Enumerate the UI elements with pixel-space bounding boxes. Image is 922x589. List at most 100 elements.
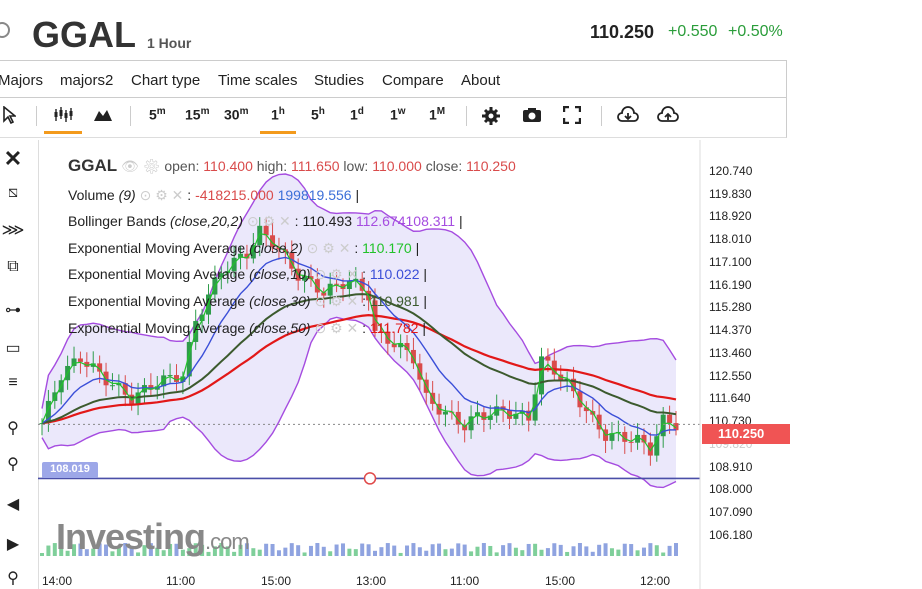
y-tick: 119.830 [709, 187, 752, 201]
volume-bar [40, 553, 44, 556]
legend-ema50: Exponential Moving Average (close,50) ⊙ … [68, 320, 426, 336]
y-tick: 108.000 [709, 482, 753, 496]
volume-bar [321, 546, 326, 556]
volume-bar [373, 550, 378, 556]
x-tick: 14:00 [42, 574, 73, 588]
legend-volume-params: (9) [118, 187, 136, 203]
y-tick: 107.090 [709, 505, 753, 519]
legend-ema2-params: (close,2) [249, 240, 303, 256]
legend-volume-name: Volume [68, 187, 115, 203]
legend-ema50-params: (close,50) [249, 320, 311, 336]
y-tick: 111.640 [709, 391, 751, 405]
volume-bar [443, 549, 448, 556]
investing-watermark: Investing.com [56, 516, 250, 558]
volume-bar [501, 545, 506, 556]
volume-bar [571, 546, 576, 556]
line-handle [363, 472, 377, 485]
legend-symbol: GGAL [68, 156, 118, 175]
volume-bar [513, 547, 518, 556]
volume-bar [526, 543, 531, 556]
volume-bar [488, 545, 493, 556]
watermark-suffix: .com [205, 529, 250, 554]
legend-bb: Bollinger Bands (close,20,2) ⊙ ⚙ ✕ : 110… [68, 213, 463, 229]
legend-ema2: Exponential Moving Average (close,2) ⊙ ⚙… [68, 240, 420, 256]
candle-body [77, 358, 83, 362]
study-controls-icon[interactable]: ⊙ ⚙ ✕ [314, 320, 358, 336]
volume-bar [545, 548, 550, 556]
volume-bar [539, 549, 544, 556]
volume-bar [296, 545, 301, 556]
volume-bar [584, 546, 589, 556]
volume-bar [622, 543, 627, 556]
volume-bar [430, 544, 435, 556]
volume-bar [302, 552, 307, 556]
volume-bar [629, 544, 634, 556]
volume-bar [392, 545, 397, 556]
y-tick: 117.100 [709, 255, 752, 269]
study-controls-icon[interactable]: ⊙ ⚙ ✕ [247, 213, 291, 229]
volume-bar [507, 543, 512, 556]
volume-bar [46, 545, 51, 556]
volume-bar [674, 543, 678, 556]
volume-bar [424, 550, 429, 556]
legend-ema10: Exponential Moving Average (close,10) ⊙ … [68, 266, 428, 282]
volume-bar [635, 550, 640, 556]
gear-icon[interactable]: ⚙ [143, 158, 161, 174]
volume-bar [340, 543, 345, 556]
y-tick: 118.010 [709, 232, 752, 246]
study-controls-icon[interactable]: ⊙ ⚙ ✕ [307, 240, 351, 256]
horizontal-line-label: 108.019 [42, 462, 98, 478]
volume-bar [308, 545, 313, 556]
volume-bar [654, 545, 659, 556]
volume-bar [552, 543, 557, 556]
legend-high: 111.650 [291, 158, 340, 174]
volume-bar [469, 551, 474, 556]
volume-bar [334, 544, 339, 556]
legend-ema10-name: Exponential Moving Average [68, 266, 246, 282]
legend-ema30-value: 110.981 [369, 293, 420, 309]
volume-bar [449, 548, 454, 556]
legend-ema2-name: Exponential Moving Average [68, 240, 246, 256]
study-controls-icon[interactable]: ⊙ ⚙ ✕ [140, 187, 184, 203]
volume-bar [366, 544, 371, 556]
legend-bb-params: (close,20,2) [169, 213, 244, 229]
study-controls-icon[interactable]: ⊙ ⚙ ✕ [314, 293, 358, 309]
volume-bar [328, 551, 333, 556]
legend-ema30: Exponential Moving Average (close,30) ⊙ … [68, 293, 428, 309]
volume-bar [315, 543, 320, 556]
legend-volume-v2: 199819.556 [277, 187, 352, 203]
volume-bar [405, 545, 410, 556]
volume-bar [616, 549, 621, 556]
volume-bar [494, 552, 499, 556]
study-controls-icon[interactable]: ⊙ ⚙ ✕ [314, 266, 358, 282]
candle-body [654, 436, 660, 456]
y-tick: 113.460 [709, 346, 752, 360]
volume-bar [353, 549, 358, 556]
volume-bar [360, 543, 365, 556]
y-tick: 116.190 [709, 278, 752, 292]
volume-bar [270, 544, 275, 556]
y-tick: 118.920 [709, 209, 752, 223]
volume-bar [283, 547, 288, 556]
legend-open: 110.400 [203, 158, 253, 174]
y-tick: 112.550 [709, 369, 752, 383]
volume-bar [661, 552, 666, 556]
y-tick: 108.910 [709, 460, 753, 474]
volume-bar [379, 547, 384, 556]
volume-bar [481, 543, 486, 556]
x-tick: 12:00 [640, 574, 671, 588]
x-tick: 15:00 [261, 574, 292, 588]
volume-bar [558, 544, 563, 556]
volume-bar [385, 543, 390, 556]
legend-bb-v2: 112.674 [355, 213, 406, 229]
x-tick: 13:00 [356, 574, 387, 588]
legend-ema30-params: (close,30) [249, 293, 311, 309]
volume-bar [597, 544, 602, 556]
legend-main: GGAL 👁 ⚙ open: 110.400 high: 111.650 low… [68, 156, 516, 176]
eye-icon[interactable]: 👁 [121, 158, 139, 174]
legend-low: 110.000 [372, 158, 422, 174]
candle-body [109, 385, 115, 387]
legend-bb-v3: 108.311 [405, 213, 456, 229]
y-tick: 115.280 [709, 300, 752, 314]
legend-ema30-name: Exponential Moving Average [68, 293, 246, 309]
